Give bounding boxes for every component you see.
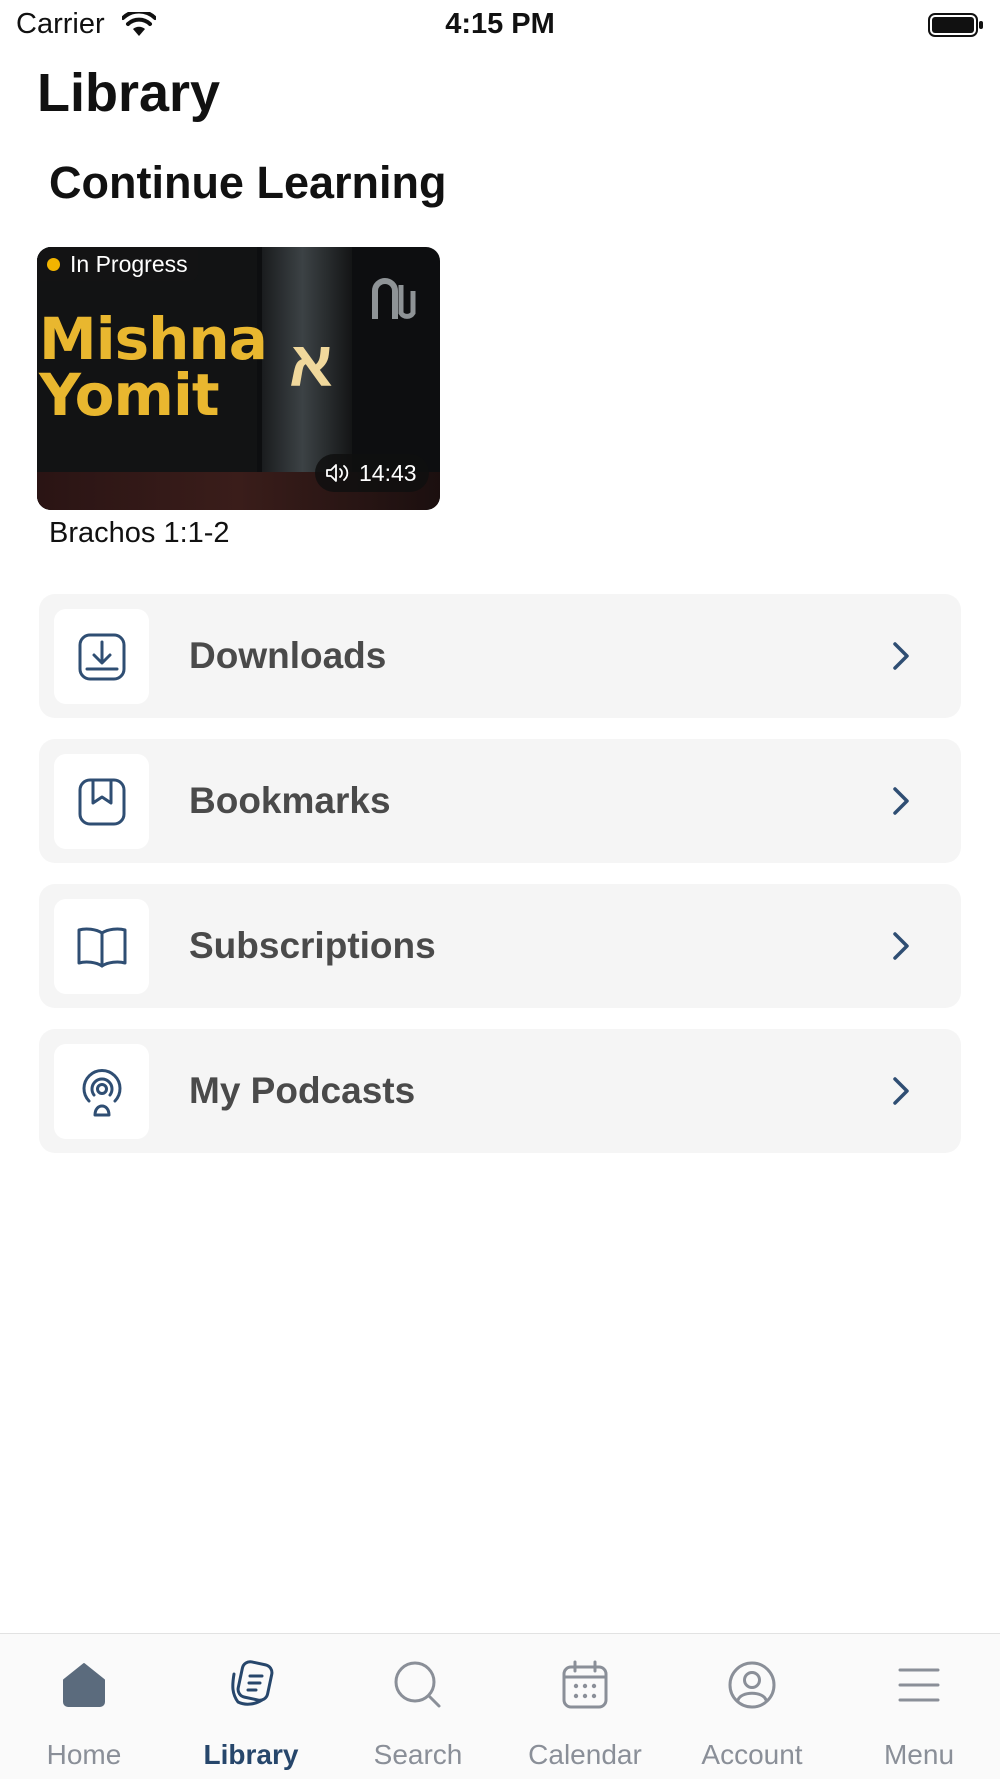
subscriptions-icon-box [54,899,149,994]
bookmark-icon [78,778,125,825]
podcast-icon [82,1068,121,1116]
tab-menu[interactable]: Menu [849,1634,989,1779]
downloads-icon-box [54,609,149,704]
in-progress-badge: In Progress [37,247,198,281]
tab-search-label: Search [373,1739,463,1770]
downloads-row[interactable]: Downloads [39,594,961,718]
podcasts-icon-box [54,1044,149,1139]
tab-bar: Home Library Search Calendar Account Men… [0,1633,1000,1779]
duration-label: 14:43 [359,459,417,486]
tab-library-label: Library [203,1739,299,1770]
status-bar: Carrier 4:15 PM [0,0,1000,52]
continue-card-caption[interactable]: Brachos 1:1-2 [49,517,230,550]
book-open-icon [77,927,126,967]
cover-letter: א [289,328,333,400]
bookmarks-icon-box [54,754,149,849]
download-icon [78,633,125,680]
cover-title-line2: Yomit [39,361,220,429]
library-icon [231,1660,274,1706]
tab-menu-label: Menu [883,1739,955,1770]
downloads-label: Downloads [189,635,387,676]
search-icon [394,1661,441,1708]
cover-title-line1: Mishna [39,305,268,373]
status-time: 4:15 PM [445,8,555,40]
bookmarks-row[interactable]: Bookmarks [39,739,961,863]
menu-icon [898,1668,940,1702]
continue-learning-card[interactable]: Mishna Yomit א In Progress 14:43 [37,247,440,510]
duration-badge: 14:43 [315,454,429,492]
page-title: Library [37,63,221,123]
chevron-right-icon [893,642,909,670]
tab-home[interactable]: Home [14,1634,154,1779]
continue-learning-title: Continue Learning [49,157,447,208]
bookmarks-label: Bookmarks [189,780,391,821]
tab-home-label: Home [46,1739,122,1770]
chevron-right-icon [893,932,909,960]
tab-calendar-label: Calendar [528,1739,642,1770]
in-progress-label: In Progress [70,250,188,277]
home-icon [63,1663,105,1707]
tab-account-label: Account [701,1739,803,1770]
subscriptions-label: Subscriptions [189,925,436,966]
account-icon [728,1661,776,1709]
in-progress-dot [47,257,60,271]
battery-icon [928,13,983,37]
chevron-right-icon [893,787,909,815]
publisher-logo-icon [372,278,416,319]
my-podcasts-row[interactable]: My Podcasts [39,1029,961,1153]
tab-search[interactable]: Search [348,1634,488,1779]
my-podcasts-label: My Podcasts [189,1070,416,1111]
subscriptions-row[interactable]: Subscriptions [39,884,961,1008]
chevron-right-icon [893,1077,909,1105]
tab-library[interactable]: Library [181,1634,321,1779]
cover-title: Mishna Yomit [39,305,268,429]
tab-account[interactable]: Account [682,1634,822,1779]
calendar-icon [562,1660,608,1709]
tab-calendar[interactable]: Calendar [515,1634,655,1779]
audio-icon [326,464,349,482]
